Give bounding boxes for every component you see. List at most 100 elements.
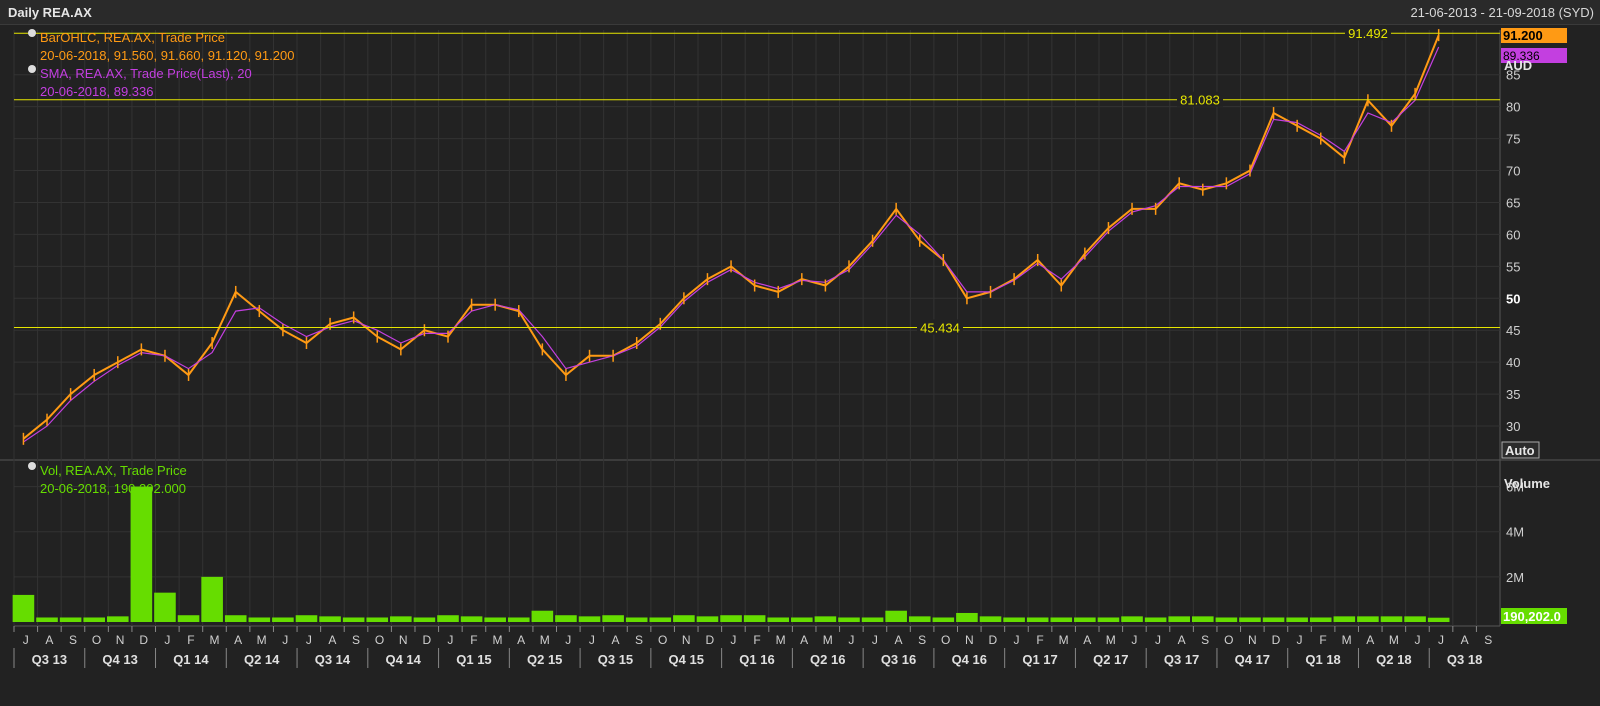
volume-bar [625, 617, 648, 622]
volume-title: Volume [1504, 476, 1550, 491]
y-tick-label: 70 [1506, 164, 1520, 179]
volume-bar [791, 617, 813, 622]
quarter-label: Q2 17 [1093, 652, 1128, 667]
volume-bar [531, 610, 554, 622]
month-label: J [1155, 633, 1161, 647]
month-label: A [611, 633, 619, 647]
month-label: A [328, 633, 336, 647]
volume-bar [1239, 617, 1261, 622]
month-label: D [1272, 633, 1281, 647]
month-label: J [848, 633, 854, 647]
volume-bar [602, 615, 624, 622]
quarter-label: Q4 15 [669, 652, 704, 667]
last-price-tag: 91.200 [1503, 28, 1543, 43]
y-tick-label: 55 [1506, 259, 1520, 274]
volume-bar [979, 616, 1002, 622]
month-label: S [352, 633, 360, 647]
month-label: N [399, 633, 408, 647]
quarter-label: Q4 16 [952, 652, 987, 667]
quarter-label: Q3 15 [598, 652, 633, 667]
month-label: M [1059, 633, 1069, 647]
volume-bar [177, 615, 200, 622]
volume-bar [1168, 616, 1191, 622]
volume-bar [932, 617, 955, 622]
quarter-label: Q2 16 [810, 652, 845, 667]
month-label: J [565, 633, 571, 647]
legend-info-icon[interactable] [28, 29, 36, 37]
volume-tag: 190,202.0 [1503, 609, 1561, 624]
month-label: F [753, 633, 760, 647]
month-label: F [1319, 633, 1326, 647]
quarter-label: Q3 13 [32, 652, 67, 667]
quarter-label: Q1 17 [1022, 652, 1057, 667]
volume-bar [1215, 617, 1238, 622]
volume-bar [59, 617, 82, 622]
month-label: J [1297, 633, 1303, 647]
month-label: N [1248, 633, 1257, 647]
y-tick-label: 80 [1506, 100, 1520, 115]
month-label: O [1224, 633, 1233, 647]
volume-bar [649, 617, 672, 622]
month-label: A [1461, 633, 1469, 647]
volume-bar [720, 615, 742, 622]
volume-bar [1097, 617, 1120, 622]
month-label: M [493, 633, 503, 647]
legend-info-icon[interactable] [28, 65, 36, 73]
volume-bar [130, 486, 153, 622]
month-label: A [1083, 633, 1091, 647]
quarter-label: Q3 14 [315, 652, 351, 667]
volume-bar [1357, 616, 1379, 622]
volume-bar [248, 617, 271, 622]
y-tick-label: 40 [1506, 355, 1520, 370]
volume-bar [413, 617, 436, 622]
month-label: F [1036, 633, 1043, 647]
date-range[interactable]: 21-06-2013 - 21-09-2018 (SYD) [1410, 5, 1594, 20]
legend-info-icon[interactable] [28, 462, 36, 470]
y-tick-label: 50 [1506, 291, 1520, 306]
month-label: F [470, 633, 477, 647]
volume-bar [484, 617, 506, 622]
auto-scale-label: Auto [1505, 443, 1535, 458]
volume-bar [201, 576, 223, 622]
month-label: D [139, 633, 148, 647]
volume-bar [908, 616, 931, 622]
hline-label[interactable]: 45.434 [920, 320, 960, 335]
volume-bar [767, 617, 790, 622]
volume-bar [460, 616, 483, 622]
volume-bar [1309, 617, 1332, 622]
month-label: A [234, 633, 242, 647]
volume-bar [814, 616, 837, 622]
volume-bar [36, 617, 58, 622]
month-label: J [23, 633, 29, 647]
month-label: N [682, 633, 691, 647]
y-tick-label: 30 [1506, 419, 1520, 434]
y-tick-label: 45 [1506, 323, 1520, 338]
month-label: M [1106, 633, 1116, 647]
month-label: J [589, 633, 595, 647]
volume-bar [673, 615, 695, 622]
month-label: J [872, 633, 878, 647]
quarter-label: Q1 15 [456, 652, 491, 667]
y-tick-label: 35 [1506, 387, 1520, 402]
y-tick-label: 65 [1506, 195, 1520, 210]
month-label: M [257, 633, 267, 647]
volume-bar [1050, 617, 1073, 622]
month-label: A [1366, 633, 1374, 647]
month-label: D [705, 633, 714, 647]
hline-label[interactable]: 81.083 [1180, 93, 1220, 108]
volume-bar [390, 616, 412, 622]
volume-tick-label: 2M [1506, 570, 1524, 585]
quarter-label: Q3 16 [881, 652, 916, 667]
price-series [22, 29, 1440, 445]
title-bar: Daily REA.AX 21-06-2013 - 21-09-2018 (SY… [0, 0, 1600, 25]
month-label: M [776, 633, 786, 647]
month-label: O [658, 633, 667, 647]
quarter-label: Q1 16 [739, 652, 774, 667]
volume-bar [1144, 617, 1167, 622]
hline-label[interactable]: 91.492 [1348, 26, 1388, 41]
month-label: D [989, 633, 998, 647]
volume-bar [507, 617, 530, 622]
volume-bar [342, 617, 365, 622]
month-label: A [895, 633, 903, 647]
legend-bar-label: BarOHLC, REA.AX, Trade Price [40, 30, 225, 45]
